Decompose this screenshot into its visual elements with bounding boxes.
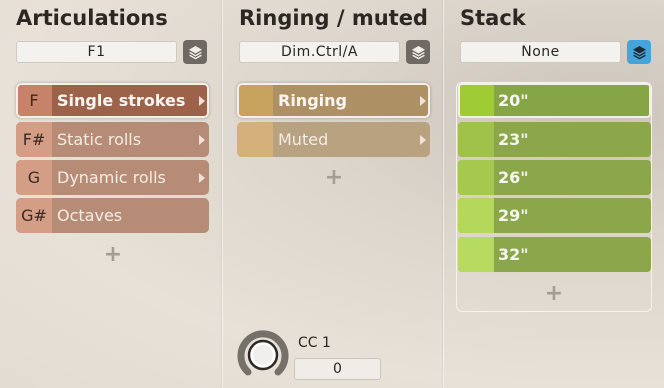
articulation-key: F# (16, 122, 52, 157)
stack-title: Stack (460, 6, 526, 30)
articulation-row-octaves[interactable]: G# Octaves (16, 198, 209, 233)
stack-row-32[interactable]: 32" (458, 237, 651, 272)
ringing-trigger-selector[interactable]: Dim.Ctrl/A (239, 41, 400, 63)
ringing-row-muted[interactable]: Muted (237, 122, 430, 157)
add-ringing-button[interactable]: + (324, 165, 344, 190)
ringing-label: Muted (278, 130, 329, 149)
articulation-label: Static rolls (57, 130, 142, 149)
add-articulation-button[interactable]: + (103, 242, 123, 267)
ringing-row-ringing[interactable]: Ringing (237, 83, 430, 118)
stack-key (458, 237, 494, 272)
ringing-label: Ringing (278, 91, 347, 110)
ringing-key (237, 122, 273, 157)
stack-row-29[interactable]: 29" (458, 198, 651, 233)
articulations-layers-button[interactable] (183, 40, 207, 64)
chevron-right-icon (195, 134, 209, 146)
articulations-trigger-selector[interactable]: F1 (16, 41, 177, 63)
chevron-right-icon (195, 95, 209, 107)
articulation-label: Single strokes (57, 91, 186, 110)
cc-knob[interactable] (236, 328, 290, 382)
add-stack-button[interactable]: + (544, 281, 564, 306)
stack-key (458, 160, 494, 195)
ringing-title: Ringing / muted (239, 6, 428, 30)
stack-row-23[interactable]: 23" (458, 122, 651, 157)
layers-icon (632, 45, 646, 59)
chevron-right-icon (416, 95, 430, 107)
layers-icon (411, 45, 425, 59)
articulation-label: Dynamic rolls (57, 168, 166, 187)
cc-label: CC 1 (298, 335, 331, 351)
chevron-right-icon (195, 172, 209, 184)
chevron-right-icon (416, 134, 430, 146)
stack-label: 29" (498, 206, 529, 225)
stack-label: 32" (498, 245, 529, 264)
articulation-key: G (16, 160, 52, 195)
articulation-label: Octaves (57, 206, 123, 225)
ringing-layers-button[interactable] (406, 40, 430, 64)
stack-row-26[interactable]: 26" (458, 160, 651, 195)
stack-trigger-selector[interactable]: None (460, 41, 621, 63)
stack-key (458, 83, 494, 118)
cc-value-field[interactable]: 0 (294, 358, 381, 380)
stack-key (458, 198, 494, 233)
stack-layers-button[interactable] (627, 40, 651, 64)
stack-row-20[interactable]: 20" (458, 83, 651, 118)
stack-label: 26" (498, 168, 529, 187)
articulation-key: G# (16, 198, 52, 233)
ringing-key (237, 83, 273, 118)
articulations-title: Articulations (16, 6, 168, 30)
articulation-key: F (16, 83, 52, 118)
articulation-row-dynamic-rolls[interactable]: G Dynamic rolls (16, 160, 209, 195)
articulation-row-single-strokes[interactable]: F Single strokes (16, 83, 209, 118)
articulation-row-static-rolls[interactable]: F# Static rolls (16, 122, 209, 157)
layers-icon (188, 45, 202, 59)
stack-label: 23" (498, 130, 529, 149)
stack-key (458, 122, 494, 157)
stack-label: 20" (498, 91, 529, 110)
